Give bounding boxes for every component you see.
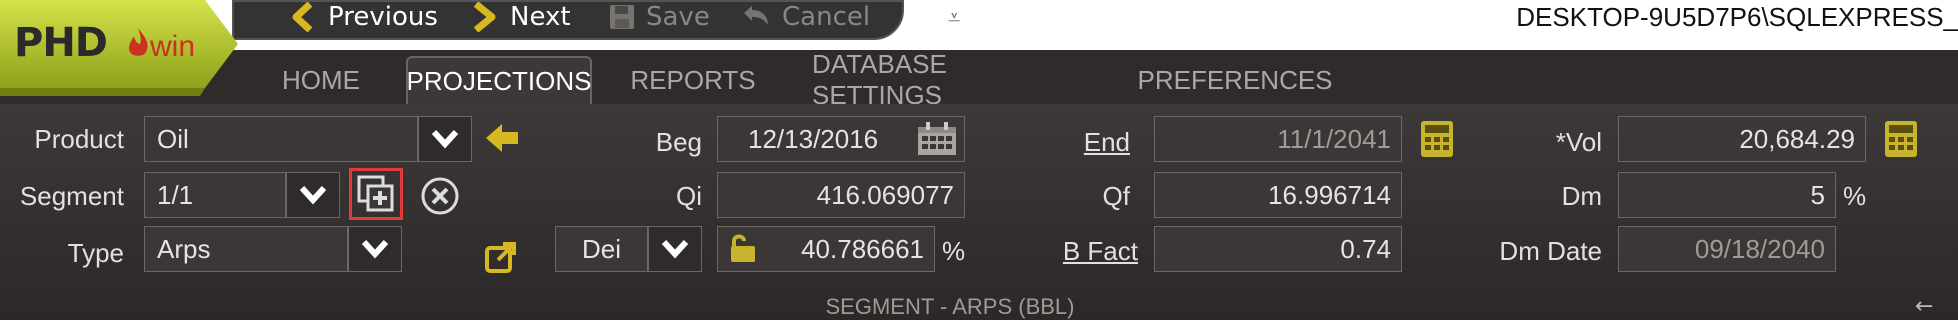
dei-select-field[interactable]: Dei [555,226,648,272]
type-field[interactable]: Arps [144,226,348,272]
previous-button[interactable]: Previous [288,0,438,34]
product-dropdown-button[interactable] [418,116,472,162]
dm-date-label: Dm Date [1499,236,1602,266]
app-window: Previous Next Save Cancel ⩡ DESKTOP-9U5D… [0,0,1958,327]
undo-icon [740,3,772,31]
dei-dropdown-button[interactable] [648,226,702,272]
type-dropdown-button[interactable] [348,226,402,272]
dm-unit: % [1843,181,1867,211]
next-label: Next [510,2,571,32]
save-button[interactable]: Save [608,0,710,34]
logo-text: PHD [14,20,108,66]
cancel-label: Cancel [782,2,871,32]
external-link-icon[interactable] [484,240,518,274]
chevron-down-icon [360,238,390,260]
phdwin-logo: PHD win [0,0,238,113]
chevron-down-icon [660,238,690,260]
logo-suffix: win [150,30,196,63]
chevron-right-icon [470,2,500,32]
dm-field[interactable]: 5 [1618,172,1836,218]
copy-plus-icon [356,174,396,214]
product-field[interactable]: Oil [144,116,418,162]
chevron-down-icon [430,128,460,150]
save-label: Save [646,2,710,32]
vol-label: *Vol [1555,127,1602,157]
section-caption: SEGMENT - ARPS (BBL) [825,294,1075,319]
unlocked-padlock-icon[interactable] [728,232,758,264]
dei-unit: % [942,236,966,266]
calculator-icon[interactable] [1884,120,1918,158]
collapse-arrow-icon[interactable]: ← [1915,294,1933,319]
floppy-disk-icon [608,3,636,31]
calculator-icon[interactable] [1420,120,1454,158]
add-segment-button[interactable] [349,168,403,220]
beg-label: Beg [655,127,702,157]
qi-label: Qi [676,181,702,211]
server-name: DESKTOP-9U5D7P6\SQLEXPRESS_ [1516,2,1958,32]
quick-access-dropdown[interactable]: ⩡ [948,6,960,31]
segment-label: Segment [19,181,124,211]
tab-reports[interactable]: REPORTS [625,56,761,104]
product-label: Product [34,124,124,154]
b-fact-link[interactable]: B Fact [1000,236,1138,267]
next-button[interactable]: Next [470,0,571,34]
arrow-left-icon[interactable] [484,120,520,156]
flame-icon [124,26,152,64]
delete-segment-button[interactable] [420,176,460,216]
tab-projections[interactable]: PROJECTIONS [406,56,592,104]
close-circle-icon [420,176,460,216]
chevron-left-icon [288,2,318,32]
dm-label: Dm [1561,181,1602,211]
previous-label: Previous [328,2,438,32]
type-label: Type [67,238,124,268]
calendar-icon[interactable] [917,122,957,156]
chevron-down-icon [298,184,328,206]
end-link[interactable]: End [1000,127,1130,158]
tab-preferences[interactable]: PREFERENCES [1137,56,1332,104]
cancel-button[interactable]: Cancel [740,0,870,34]
segment-dropdown-button[interactable] [286,172,340,218]
segment-field[interactable]: 1/1 [144,172,286,218]
qf-label: Qf [1102,181,1130,211]
tab-home[interactable]: HOME [262,56,380,104]
qf-field[interactable]: 16.996714 [1154,172,1402,218]
dm-date-field[interactable]: 09/18/2040 [1618,226,1836,272]
b-fact-field[interactable]: 0.74 [1154,226,1402,272]
vol-field[interactable]: 20,684.29 [1618,116,1866,162]
tab-database-settings[interactable]: DATABASE SETTINGS [812,49,1080,110]
ribbon-bottom-edge [0,320,1958,327]
qi-field[interactable]: 416.069077 [717,172,965,218]
end-date-field[interactable]: 11/1/2041 [1154,116,1402,162]
